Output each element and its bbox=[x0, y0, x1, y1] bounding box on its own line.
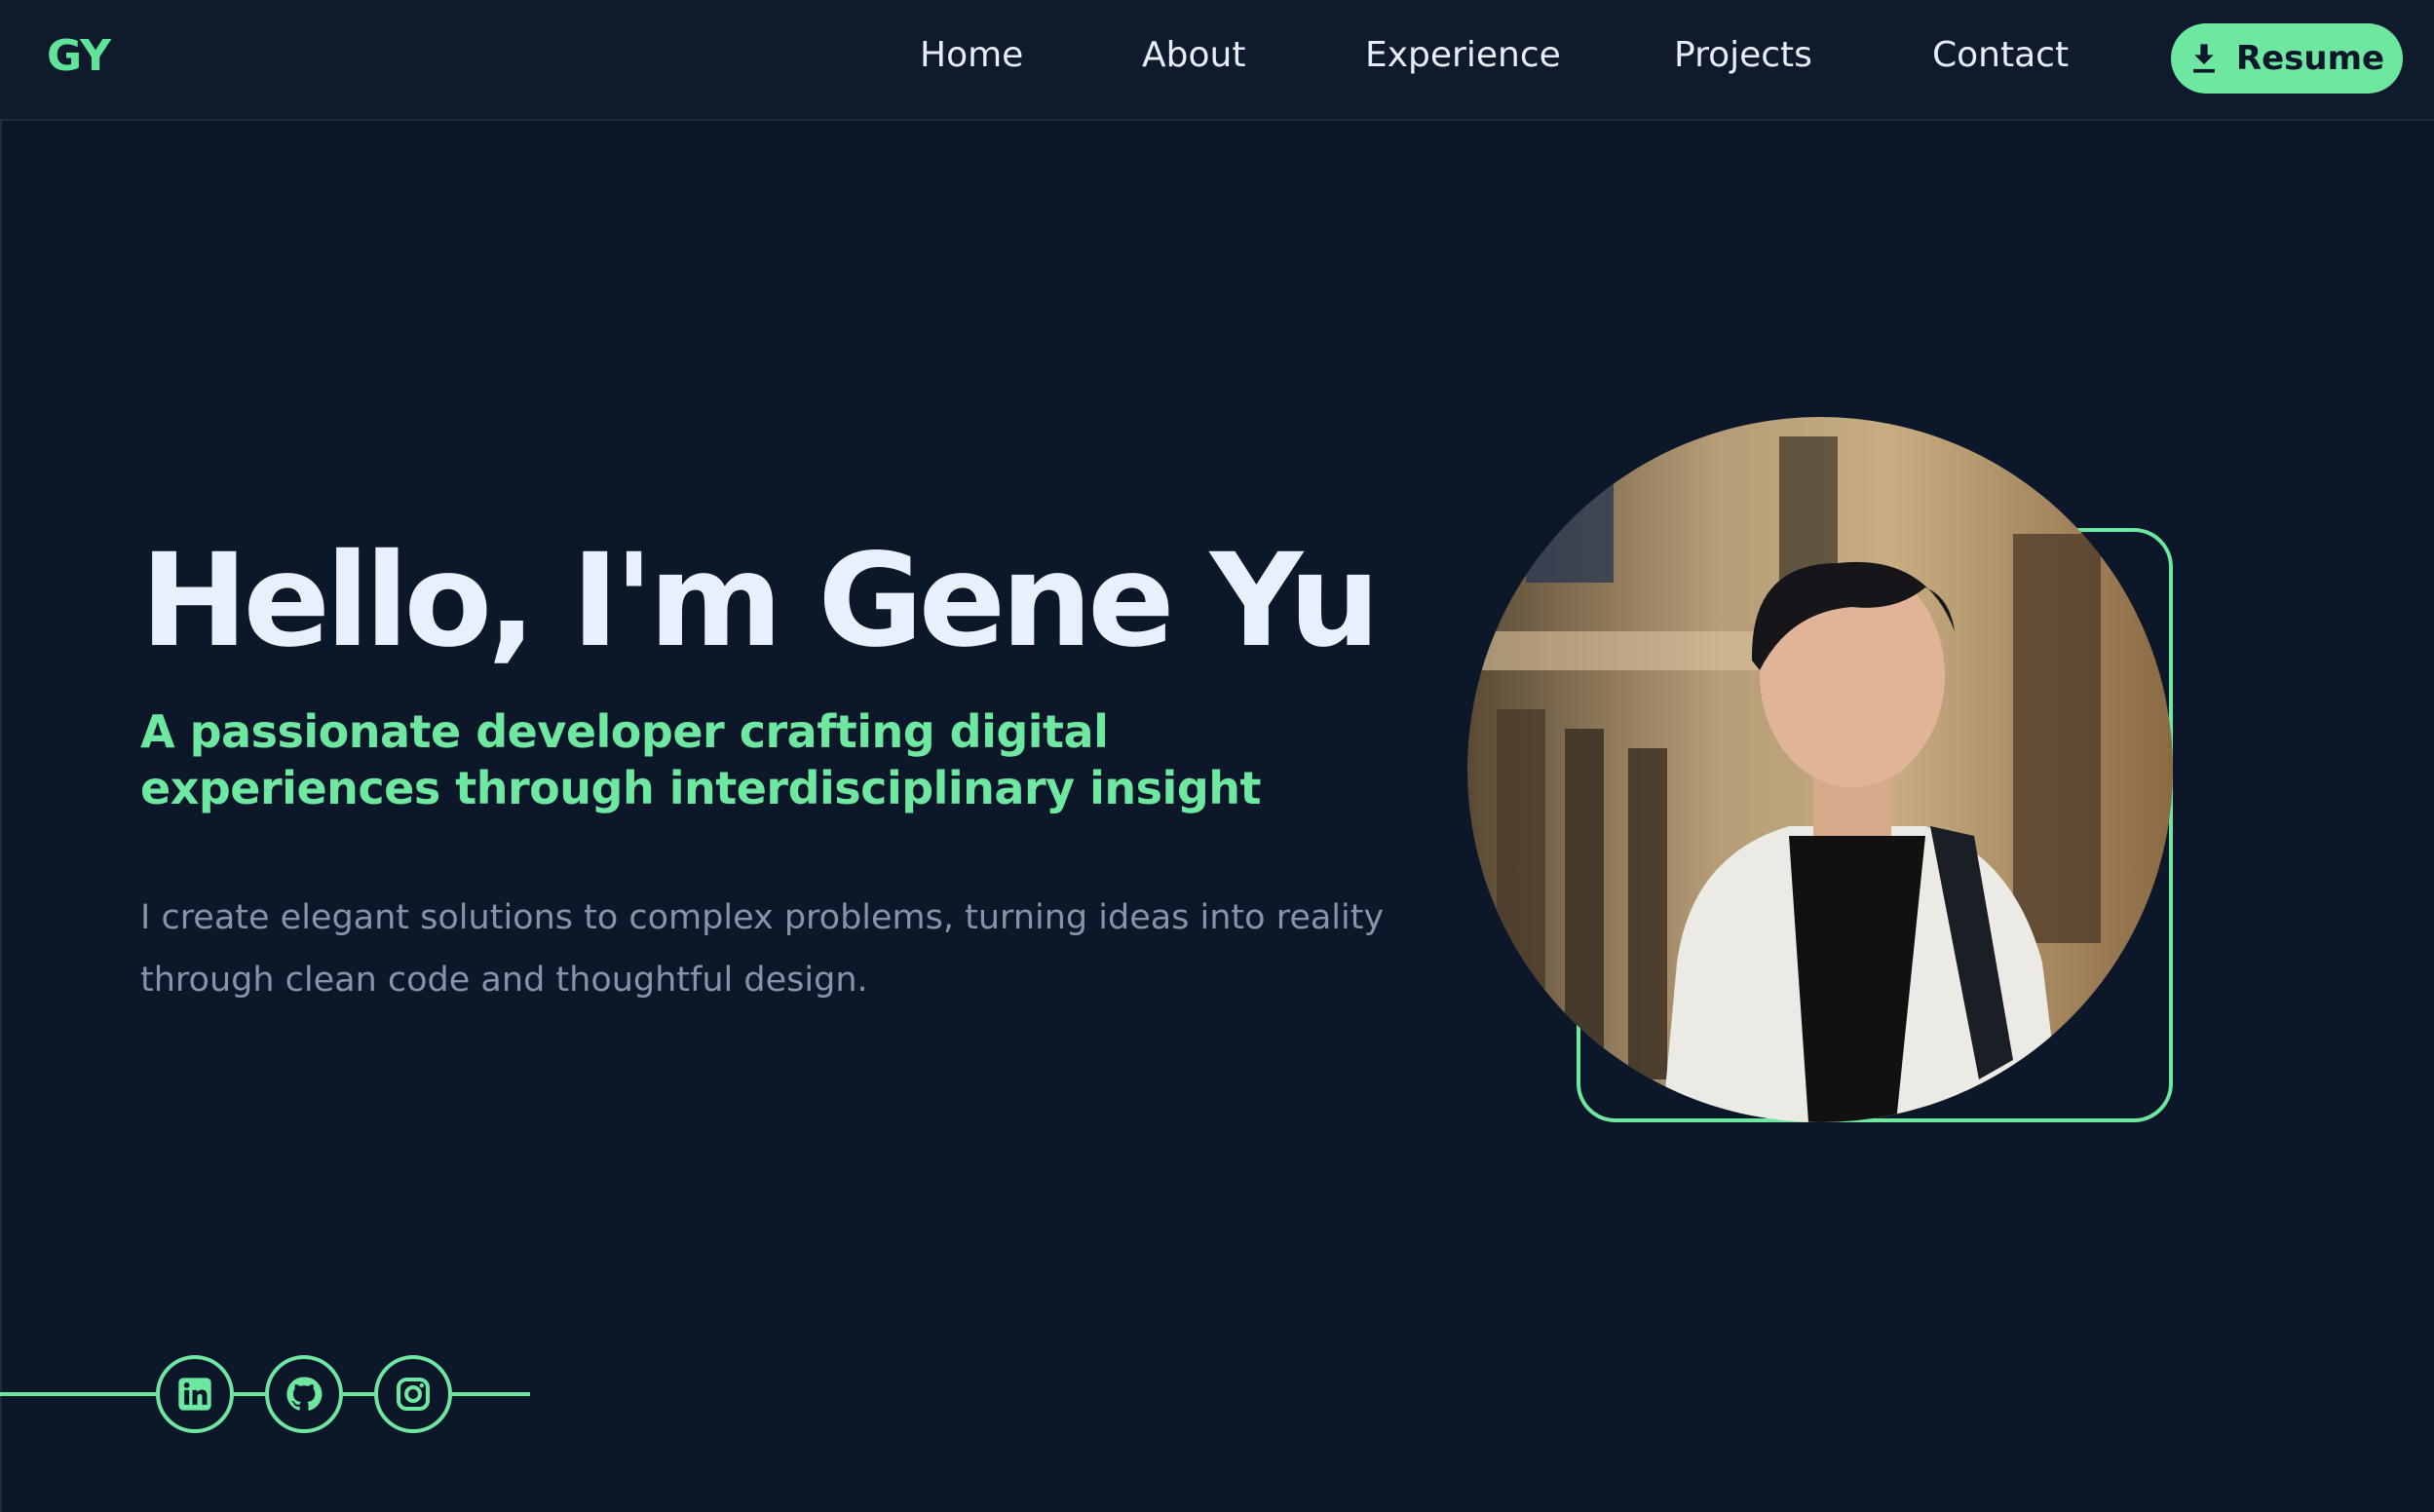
nav-link-contact[interactable]: Contact bbox=[1932, 35, 2069, 75]
hero-subtitle: A passionate developer crafting digital … bbox=[140, 705, 1261, 814]
social-line-connector bbox=[234, 1392, 269, 1396]
nav-link-about[interactable]: About bbox=[1142, 35, 1245, 75]
nav-link-home[interactable]: Home bbox=[920, 35, 1023, 75]
github-icon bbox=[286, 1377, 323, 1411]
top-nav: GY Home About Experience Projects Contac… bbox=[0, 0, 2434, 121]
resume-button[interactable]: Resume bbox=[2171, 23, 2403, 94]
hero-title: Hello, I'm Gene Yu bbox=[140, 526, 1381, 676]
nav-link-projects[interactable]: Projects bbox=[1674, 35, 1812, 75]
nav-link-experience[interactable]: Experience bbox=[1365, 35, 1561, 75]
download-icon bbox=[2192, 44, 2215, 73]
linkedin-link[interactable] bbox=[156, 1355, 234, 1433]
social-line-right bbox=[452, 1392, 530, 1396]
linkedin-icon bbox=[178, 1378, 211, 1411]
profile-photo bbox=[1467, 417, 2173, 1122]
site-logo[interactable]: GY bbox=[47, 31, 111, 81]
hero-description: I create elegant solutions to complex pr… bbox=[140, 898, 1385, 1000]
social-line-connector bbox=[343, 1392, 378, 1396]
resume-button-label: Resume bbox=[2235, 39, 2385, 78]
instagram-icon bbox=[397, 1378, 430, 1411]
left-edge-divider bbox=[0, 0, 2, 1512]
github-link[interactable] bbox=[265, 1355, 343, 1433]
instagram-link[interactable] bbox=[374, 1355, 452, 1433]
social-line-left bbox=[0, 1392, 160, 1396]
